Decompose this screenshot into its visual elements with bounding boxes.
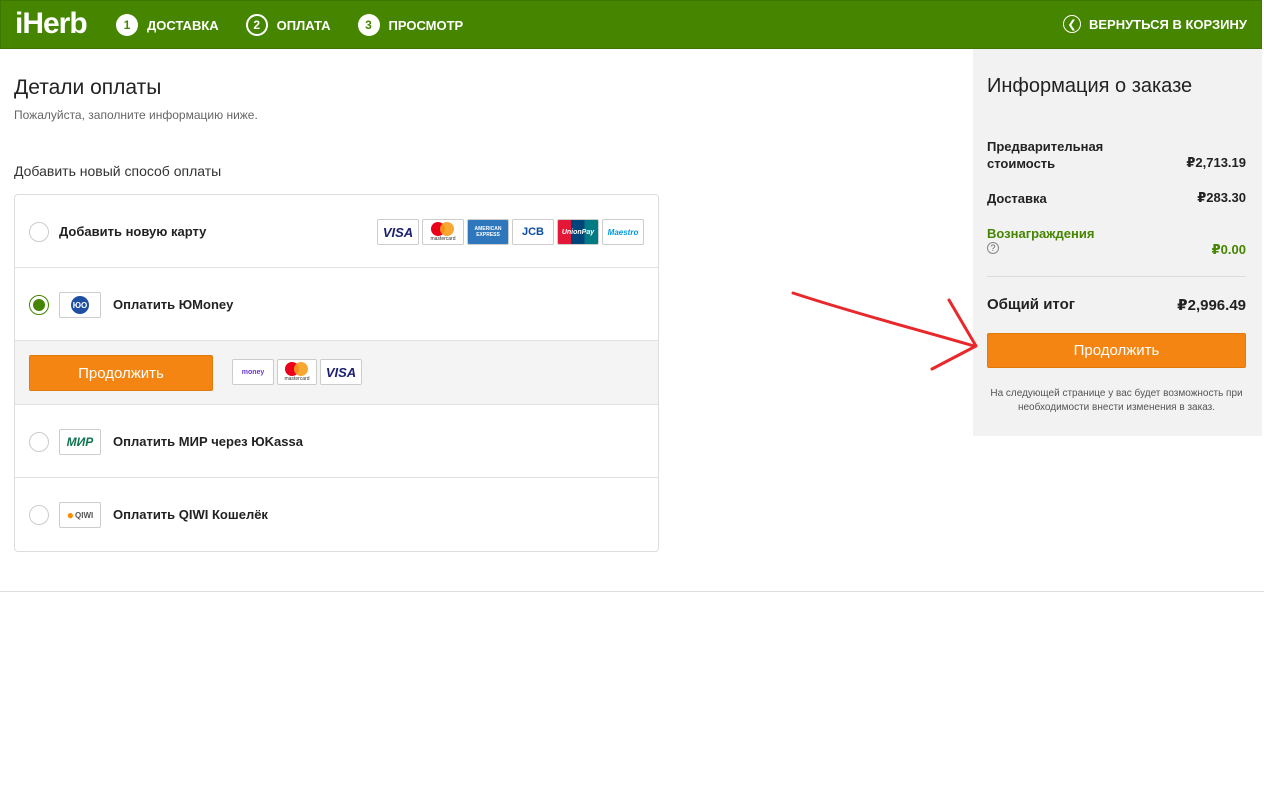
mir-icon: МИР [59, 429, 101, 455]
method-yoomoney[interactable]: ЮО Оплатить ЮMoney [15, 268, 658, 341]
step-label: ПРОСМОТР [388, 17, 464, 33]
step-label: ДОСТАВКА [147, 17, 219, 33]
radio-qiwi[interactable] [29, 505, 49, 525]
total-label: Общий итог [987, 296, 1075, 313]
visa-icon: VISA [377, 219, 419, 245]
yoomoney-continue-panel: Продолжить money mastercard VISA [15, 341, 658, 405]
checkout-steps: 1 ДОСТАВКА 2 ОПЛАТА 3 ПРОСМОТР [116, 14, 490, 36]
step-number: 1 [116, 14, 138, 36]
step-number: 3 [357, 14, 380, 36]
amex-icon: AMERICAN EXPRESS [467, 219, 509, 245]
back-to-cart-link[interactable]: ❮ ВЕРНУТЬСЯ В КОРЗИНУ [1062, 15, 1247, 33]
maestro-icon: Maestro [602, 219, 644, 245]
back-to-cart-label: ВЕРНУТЬСЯ В КОРЗИНУ [1088, 16, 1247, 32]
rewards-value: ₽0.00 [1211, 242, 1246, 257]
continue-button[interactable]: Продолжить [987, 333, 1246, 368]
visa-icon: VISA [320, 359, 362, 385]
subtotal-value: ₽2,713.19 [1186, 155, 1246, 170]
radio-new-card[interactable] [29, 222, 49, 242]
method-label: Оплатить МИР через ЮKassa [113, 434, 303, 449]
order-summary: Информация о заказе Предварительная стои… [973, 49, 1262, 436]
mastercard-icon: mastercard [277, 359, 317, 385]
subtotal-label: Предварительная стоимость [987, 139, 1104, 171]
card-logos: VISA mastercard AMERICAN EXPRESS JCB Uni… [374, 219, 644, 245]
method-label: Оплатить ЮMoney [113, 297, 234, 312]
mastercard-icon: mastercard [422, 219, 464, 245]
step-number: 2 [245, 14, 268, 36]
yoomoney-small-icon: money [232, 359, 274, 385]
shipping-label: Доставка [987, 191, 1047, 206]
method-qiwi[interactable]: ● QIWI Оплатить QIWI Кошелёк [15, 478, 658, 551]
payment-methods-list: Добавить новую карту VISA mastercard AME… [14, 194, 659, 552]
summary-title: Информация о заказе [987, 75, 1193, 97]
shipping-value: ₽283.30 [1197, 190, 1246, 205]
jcb-icon: JCB [512, 219, 554, 245]
help-icon[interactable]: ? [987, 242, 999, 254]
chevron-left-icon: ❮ [1062, 15, 1081, 33]
step-shipping[interactable]: 1 ДОСТАВКА [116, 14, 219, 36]
method-label: Добавить новую карту [59, 224, 207, 239]
yoomoney-icon: ЮО [59, 292, 101, 318]
page-divider [0, 591, 1264, 592]
method-mir[interactable]: МИР Оплатить МИР через ЮKassa [15, 405, 658, 478]
top-bar: iHerb 1 ДОСТАВКА 2 ОПЛАТА 3 ПРОСМОТР ❮ В… [0, 0, 1262, 49]
summary-divider [987, 276, 1246, 277]
radio-yoomoney[interactable] [29, 295, 49, 315]
total-value: ₽2,996.49 [1177, 297, 1246, 314]
page-title: Детали оплаты [14, 76, 162, 99]
page-subtitle: Пожалуйста, заполните информацию ниже. [14, 108, 258, 122]
qiwi-icon: ● QIWI [59, 502, 101, 528]
step-review[interactable]: 3 ПРОСМОТР [357, 14, 464, 36]
rewards-label: Вознаграждения [987, 226, 1095, 241]
iherb-logo[interactable]: iHerb [15, 7, 88, 41]
unionpay-icon: UnionPay [557, 219, 599, 245]
step-label: ОПЛАТА [276, 17, 331, 33]
summary-note: На следующей странице у вас будет возмож… [990, 388, 1243, 413]
continue-button-method[interactable]: Продолжить [29, 355, 213, 391]
add-method-heading: Добавить новый способ оплаты [14, 163, 222, 179]
method-label: Оплатить QIWI Кошелёк [113, 507, 268, 522]
radio-mir[interactable] [29, 432, 49, 452]
step-payment[interactable]: 2 ОПЛАТА [245, 14, 331, 36]
method-new-card[interactable]: Добавить новую карту VISA mastercard AME… [15, 195, 658, 268]
